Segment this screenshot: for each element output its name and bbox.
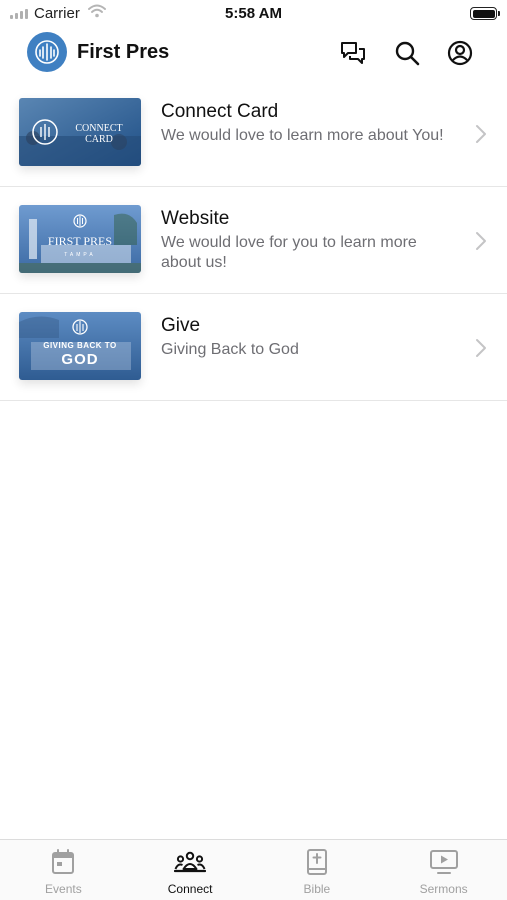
status-bar: Carrier 5:58 AM	[0, 0, 507, 28]
tab-label: Bible	[303, 882, 331, 896]
connect-card-thumbnail: CONNECT CARD	[19, 98, 141, 166]
church-logo[interactable]	[27, 32, 67, 72]
website-thumbnail: FIRST PRES TAMPA	[19, 205, 141, 273]
chevron-right-icon	[476, 339, 486, 357]
tab-label: Events	[45, 882, 82, 896]
item-title: Website	[161, 208, 230, 229]
people-icon	[174, 848, 207, 876]
search-icon[interactable]	[392, 38, 422, 68]
tab-connect[interactable]: Connect	[127, 840, 254, 900]
tab-bar: Events Connect Bible Sermons	[0, 839, 507, 900]
clock: 5:58 AM	[225, 5, 282, 22]
tab-bible[interactable]: Bible	[254, 840, 381, 900]
website-thumb-line1: FIRST PRES	[48, 234, 112, 248]
connect-list: CONNECT CARD Connect Card We would love …	[0, 80, 507, 401]
chevron-right-icon	[476, 232, 486, 250]
chevron-right-icon	[476, 125, 486, 143]
item-description: We would love to learn more about You!	[161, 127, 444, 144]
app-title: First Pres	[77, 41, 170, 63]
church-logo-icon	[35, 40, 59, 64]
give-thumbnail: GIVING BACK TO GOD	[19, 312, 141, 380]
give-thumb-line1: GIVING BACK TO	[43, 341, 117, 350]
list-item-give[interactable]: GIVING BACK TO GOD Give Giving Back to G…	[0, 294, 507, 401]
website-thumb-line2: TAMPA	[64, 252, 95, 258]
tab-label: Sermons	[419, 882, 468, 896]
list-item-connect-card[interactable]: CONNECT CARD Connect Card We would love …	[0, 80, 507, 187]
calendar-icon	[47, 848, 79, 876]
chat-icon[interactable]	[338, 38, 368, 68]
tab-sermons[interactable]: Sermons	[380, 840, 507, 900]
connect-card-thumb-line1: CONNECT	[75, 123, 122, 134]
tab-label: Connect	[167, 882, 213, 896]
list-item-website[interactable]: FIRST PRES TAMPA Website We would love f…	[0, 187, 507, 294]
video-icon	[428, 848, 460, 876]
battery-icon	[470, 7, 500, 20]
connect-card-thumb-line2: CARD	[85, 134, 113, 145]
item-title: Connect Card	[161, 101, 279, 122]
app-header: First Pres	[0, 28, 507, 78]
account-icon[interactable]	[445, 38, 475, 68]
bible-icon	[301, 848, 333, 876]
tab-events[interactable]: Events	[0, 840, 127, 900]
item-title: Give	[161, 315, 201, 336]
item-description: Giving Back to God	[161, 341, 299, 358]
item-description: We would love for you to learn more abou…	[161, 234, 417, 271]
give-thumb-line2: GOD	[61, 351, 98, 368]
